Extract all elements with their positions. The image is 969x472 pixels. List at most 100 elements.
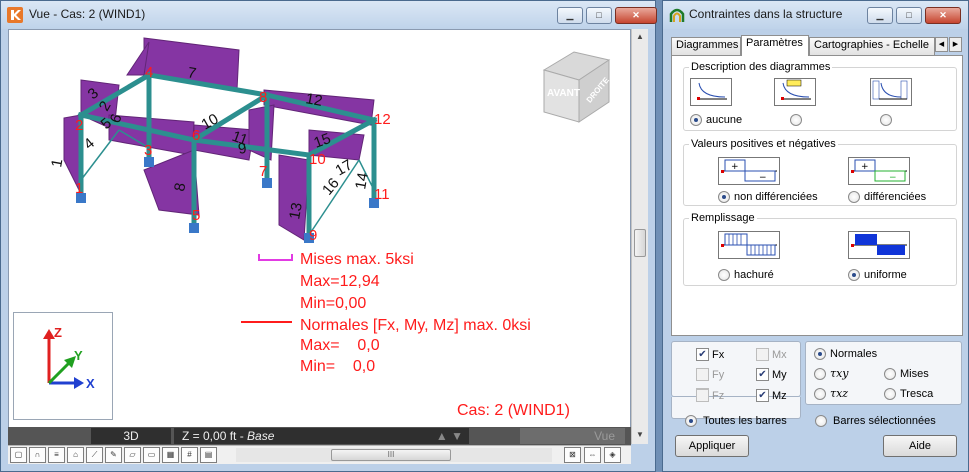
node-label: 5	[192, 207, 200, 224]
panel-minimize-button[interactable]: ▁	[867, 7, 893, 24]
fill-hatched-label: hachuré	[734, 269, 774, 281]
scroll-up-icon[interactable]: ▲	[632, 29, 648, 45]
display-nodes-icon[interactable]: ▢	[10, 447, 27, 463]
display-members-icon[interactable]: ✎	[105, 447, 122, 463]
node-label: 6	[192, 127, 200, 144]
display-numbering-icon[interactable]: #	[181, 447, 198, 463]
checkbox-fy[interactable]	[696, 368, 709, 381]
node-label: 2	[75, 117, 83, 134]
tab-diagrammes[interactable]: Diagrammes	[671, 37, 741, 55]
minimize-button[interactable]: ▁	[557, 7, 583, 24]
app-logo-icon	[7, 7, 23, 23]
fill-uniform-label: uniforme	[864, 269, 907, 281]
view-mode-3d[interactable]: 3D	[91, 428, 171, 444]
fill-radio-hatched[interactable]	[718, 269, 730, 281]
node-label: 3	[144, 142, 152, 159]
radio-normales[interactable]	[814, 348, 826, 360]
zoom-window-icon[interactable]: ⊠	[564, 447, 581, 463]
scroll-down-icon[interactable]: ▼	[632, 427, 648, 443]
description-radio-value[interactable]	[790, 114, 802, 126]
description-value-preview[interactable]	[774, 78, 816, 106]
display-results-icon[interactable]: ▤	[200, 447, 217, 463]
nav-cube[interactable]: AVANT DROITE	[542, 51, 611, 123]
member-label: 13	[286, 201, 306, 220]
checkbox-mz-label: Mz	[772, 390, 787, 402]
radio-all-bars[interactable]	[685, 415, 697, 427]
description-none-preview[interactable]	[690, 78, 732, 106]
svg-text:+: +	[861, 162, 869, 172]
display-sections-icon[interactable]: ≡	[48, 447, 65, 463]
panel-maximize-button[interactable]: □	[896, 7, 922, 24]
values-group: Valeurs positives et négatives + − + − non…	[683, 138, 957, 206]
radio-txz[interactable]	[814, 388, 826, 400]
apply-button[interactable]: Appliquer	[675, 435, 749, 457]
svg-text:−: −	[889, 173, 897, 183]
values-radio-undiff[interactable]	[718, 191, 730, 203]
description-radio-full[interactable]	[880, 114, 892, 126]
parametres-pane: Description des diagrammes aucune Valeur…	[671, 55, 963, 336]
view-window: Vue - Cas: 2 (WIND1) ▁ □ ✕ 1 2 3 4 5 6 7…	[0, 0, 657, 472]
selected-bars-label: Barres sélectionnées	[833, 415, 936, 427]
values-diff-preview[interactable]: + −	[848, 157, 910, 185]
view-title: Vue - Cas: 2 (WIND1)	[29, 7, 146, 21]
stress-diagram	[278, 154, 310, 241]
help-button[interactable]: Aide	[883, 435, 957, 457]
member-label: 17	[333, 156, 356, 179]
structure-viewport[interactable]: 1 2 3 4 5 6 7 8 9 10 11 12 1 2 3 4 5 6 7…	[8, 29, 631, 429]
display-bars-icon[interactable]: ⟋	[86, 447, 103, 463]
fill-uniform-preview[interactable]	[848, 231, 910, 259]
horizontal-scrollbar[interactable]: III	[236, 448, 552, 462]
member-label: 12	[304, 90, 323, 110]
values-radio-diff[interactable]	[848, 191, 860, 203]
svg-text:−: −	[759, 173, 767, 183]
panel-close-button[interactable]: ✕	[925, 7, 961, 24]
radio-tresca[interactable]	[884, 388, 896, 400]
description-title: Description des diagrammes	[689, 61, 833, 73]
fill-radio-uniform[interactable]	[848, 269, 860, 281]
values-diff-label: différenciées	[864, 191, 927, 203]
values-undiff-label: non différenciées	[734, 191, 818, 203]
node-label: 7	[259, 163, 267, 180]
case-label: Cas: 2 (WIND1)	[457, 402, 570, 419]
zoom-all-icon[interactable]: ⇔	[584, 447, 601, 463]
hscroll-thumb[interactable]: III	[331, 449, 451, 461]
node-label: 12	[374, 111, 391, 128]
display-frames-icon[interactable]: ▭	[143, 447, 160, 463]
values-undiff-preview[interactable]: + −	[718, 157, 780, 185]
view-3d-icon[interactable]: ◈	[604, 447, 621, 463]
vertical-scrollbar[interactable]: ▲ ▼	[631, 29, 648, 444]
svg-text:+: +	[731, 162, 739, 172]
checkbox-mz[interactable]: ✔	[756, 389, 769, 402]
checkbox-mx[interactable]	[756, 348, 769, 361]
radio-selected-bars[interactable]	[815, 415, 827, 427]
scroll-thumb[interactable]	[634, 229, 646, 257]
panel-title: Contraintes dans la structure	[689, 7, 843, 21]
close-button[interactable]: ✕	[615, 7, 657, 24]
tab-cartographies[interactable]: Cartographies - Echelle	[809, 37, 935, 55]
axes-gizmo: Z Y X	[13, 312, 113, 420]
fill-hatched-preview[interactable]	[718, 231, 780, 259]
radio-mises[interactable]	[884, 368, 896, 380]
description-radio-aucune[interactable]	[690, 114, 702, 126]
values-title: Valeurs positives et négatives	[689, 138, 838, 150]
level-dropdown-icon[interactable]: ▲ ▼	[436, 428, 463, 444]
level-selector[interactable]: Z = 0,00 ft - Base ▲ ▼	[174, 428, 469, 444]
components-group: ✔ Fx Mx Fy ✔ My	[671, 341, 801, 397]
display-panels-icon[interactable]: ▱	[124, 447, 141, 463]
display-mesh-icon[interactable]: ▦	[162, 447, 179, 463]
checkbox-my[interactable]: ✔	[756, 368, 769, 381]
mises-legend-title: Mises max. 5ksi	[300, 251, 414, 268]
tab-scroll-left-icon[interactable]: ◀	[935, 37, 948, 52]
stress-type-group: Normales τxy Mises τxz Tresca	[805, 341, 962, 405]
maximize-button[interactable]: □	[586, 7, 612, 24]
normal-legend-title: Normales [Fx, My, Mz] max. 0ksi	[300, 317, 531, 334]
checkbox-fx[interactable]: ✔	[696, 348, 709, 361]
description-full-preview[interactable]	[870, 78, 912, 106]
tab-scroll-right-icon[interactable]: ▶	[949, 37, 962, 52]
tab-parametres[interactable]: Paramètres	[741, 35, 809, 56]
display-supports-icon[interactable]: ∩	[29, 447, 46, 463]
radio-txy[interactable]	[814, 368, 826, 380]
checkbox-fz-box[interactable]	[696, 389, 709, 402]
display-loads-icon[interactable]: ⌂	[67, 447, 84, 463]
node-label: 4	[145, 64, 153, 81]
